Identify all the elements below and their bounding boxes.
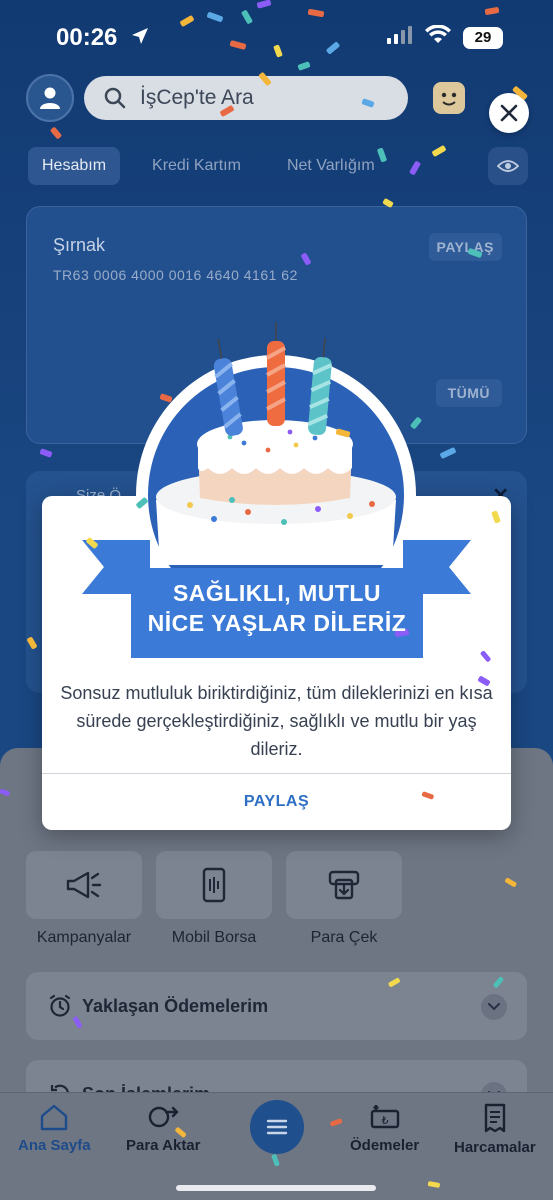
modal-share-button[interactable]: PAYLAŞ xyxy=(42,774,511,830)
ribbon-line-1: SAĞLIKLI, MUTLU xyxy=(172,580,382,606)
birthday-ribbon-title: SAĞLIKLI, MUTLU NİCE YAŞLAR DİLERİZ xyxy=(131,578,423,638)
ribbon-line-2: NİCE YAŞLAR DİLERİZ xyxy=(147,610,407,636)
